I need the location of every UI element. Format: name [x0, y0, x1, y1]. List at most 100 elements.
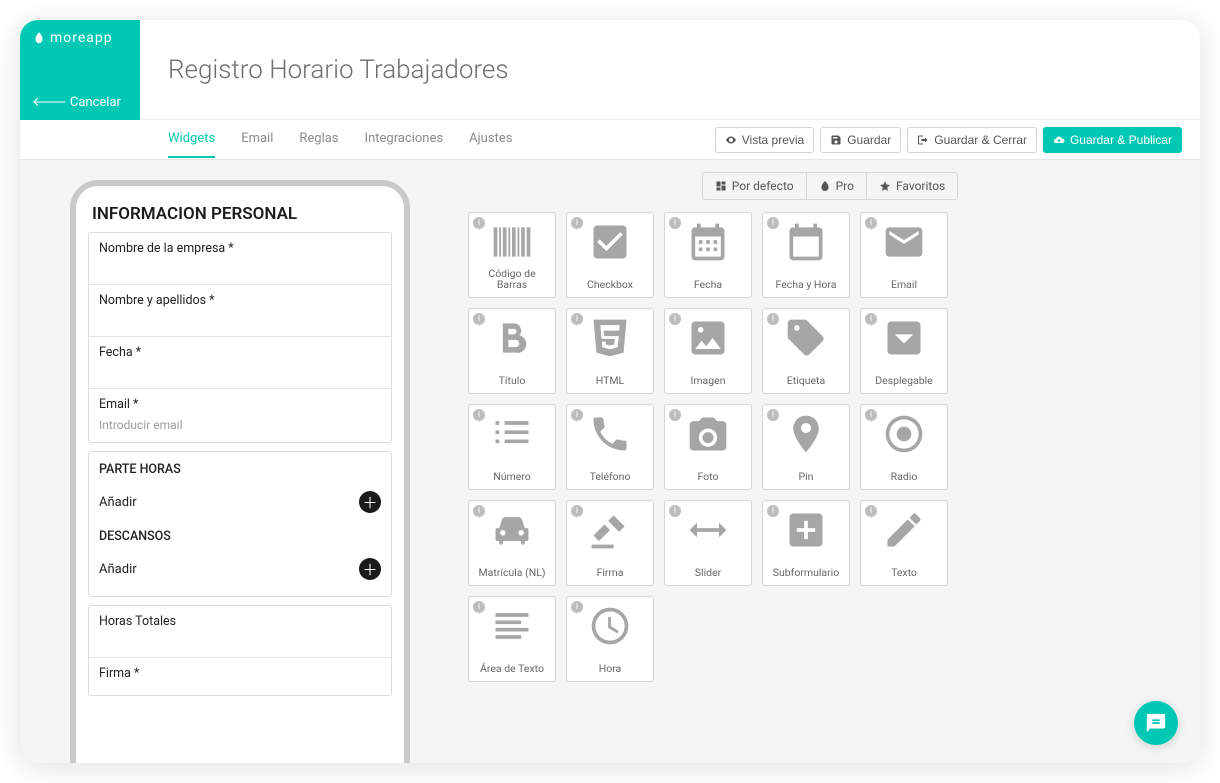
- add-button[interactable]: ＋: [359, 491, 381, 513]
- phone-icon: [587, 411, 633, 457]
- widget-radio[interactable]: i Radio: [860, 404, 948, 490]
- widget-label: Desplegable: [875, 375, 933, 387]
- info-icon[interactable]: i: [865, 313, 877, 325]
- image-icon: [685, 315, 731, 361]
- field-name[interactable]: Nombre y apellidos *: [89, 285, 391, 337]
- widget-text[interactable]: i Texto: [860, 500, 948, 586]
- widget-tab-pro[interactable]: Pro: [807, 173, 867, 199]
- widget-tab-default[interactable]: Por defecto: [703, 173, 807, 199]
- fields-card: Nombre de la empresa * Nombre y apellido…: [88, 232, 392, 443]
- save-icon: [830, 134, 842, 146]
- tab-label: Favoritos: [896, 179, 945, 193]
- field-date[interactable]: Fecha *: [89, 337, 391, 389]
- add-label: Añadir: [99, 562, 137, 577]
- section-title: PARTE HORAS: [99, 462, 381, 477]
- cancel-label: Cancelar: [70, 95, 121, 110]
- widget-label: Checkbox: [587, 279, 633, 291]
- info-icon[interactable]: i: [473, 313, 485, 325]
- widget-image[interactable]: i Imagen: [664, 308, 752, 394]
- brand-block: moreapp 🡐 Cancelar: [20, 20, 140, 120]
- plus-square-icon: [783, 507, 829, 553]
- info-icon[interactable]: i: [767, 409, 779, 421]
- field-label: Horas Totales: [99, 614, 381, 629]
- info-icon[interactable]: i: [571, 601, 583, 613]
- widget-label: Email: [891, 279, 917, 291]
- widget-label[interactable]: i Etiqueta: [762, 308, 850, 394]
- info-icon[interactable]: i: [571, 313, 583, 325]
- widget-signature[interactable]: i Firma: [566, 500, 654, 586]
- widget-subform[interactable]: i Subformulario: [762, 500, 850, 586]
- add-label: Añadir: [99, 495, 137, 510]
- field-horas-totales[interactable]: Horas Totales: [89, 606, 391, 658]
- widget-title[interactable]: i Título: [468, 308, 556, 394]
- widget-datetime[interactable]: i Fecha y Hora: [762, 212, 850, 298]
- tab-widgets[interactable]: Widgets: [168, 121, 215, 158]
- widget-category-tabs: Por defecto Pro Favoritos: [468, 172, 1192, 200]
- info-icon[interactable]: i: [767, 217, 779, 229]
- widget-html[interactable]: i HTML: [566, 308, 654, 394]
- align-left-icon: [489, 603, 535, 649]
- widget-checkbox[interactable]: i Checkbox: [566, 212, 654, 298]
- widget-dropdown[interactable]: i Desplegable: [860, 308, 948, 394]
- info-icon[interactable]: i: [473, 217, 485, 229]
- info-icon[interactable]: i: [571, 409, 583, 421]
- info-icon[interactable]: i: [669, 505, 681, 517]
- cancel-link[interactable]: 🡐 Cancelar: [32, 94, 128, 110]
- widget-photo[interactable]: i Foto: [664, 404, 752, 490]
- widget-label: HTML: [596, 375, 624, 387]
- tab-integrations[interactable]: Integraciones: [365, 121, 444, 158]
- app-window: moreapp 🡐 Cancelar Registro Horario Trab…: [20, 20, 1200, 763]
- info-icon[interactable]: i: [865, 505, 877, 517]
- field-company[interactable]: Nombre de la empresa *: [89, 233, 391, 285]
- chat-icon: [1145, 712, 1167, 734]
- widget-barcode[interactable]: i Código de Barras: [468, 212, 556, 298]
- info-icon[interactable]: i: [865, 217, 877, 229]
- widget-license-plate[interactable]: i Matrícula (NL): [468, 500, 556, 586]
- widget-textarea[interactable]: i Área de Texto: [468, 596, 556, 682]
- add-row: Añadir ＋: [99, 491, 381, 519]
- field-email[interactable]: Email * Introducir email: [89, 389, 391, 442]
- tab-settings[interactable]: Ajustes: [469, 121, 512, 158]
- save-publish-button[interactable]: Guardar & Publicar: [1043, 127, 1182, 153]
- widget-email[interactable]: i Email: [860, 212, 948, 298]
- info-icon[interactable]: i: [767, 313, 779, 325]
- tab-rules[interactable]: Reglas: [299, 121, 338, 158]
- save-label: Guardar: [847, 133, 891, 147]
- widget-label: Número: [493, 471, 531, 483]
- content-area: INFORMACION PERSONAL Nombre de la empres…: [20, 160, 1200, 763]
- chat-fab[interactable]: [1134, 701, 1178, 745]
- field-firma[interactable]: Firma *: [89, 658, 391, 695]
- calendar-icon: [685, 219, 731, 265]
- widget-phone[interactable]: i Teléfono: [566, 404, 654, 490]
- widget-date[interactable]: i Fecha: [664, 212, 752, 298]
- widget-pin[interactable]: i Pin: [762, 404, 850, 490]
- info-icon[interactable]: i: [571, 505, 583, 517]
- info-icon[interactable]: i: [669, 217, 681, 229]
- tab-email[interactable]: Email: [241, 121, 273, 158]
- info-icon[interactable]: i: [865, 409, 877, 421]
- info-icon[interactable]: i: [669, 313, 681, 325]
- slider-icon: [685, 507, 731, 553]
- widget-label: Fecha: [694, 279, 722, 291]
- info-icon[interactable]: i: [669, 409, 681, 421]
- info-icon[interactable]: i: [571, 217, 583, 229]
- leaf-icon: [819, 180, 831, 192]
- info-icon[interactable]: i: [473, 601, 485, 613]
- info-icon[interactable]: i: [473, 505, 485, 517]
- add-row: Añadir ＋: [99, 558, 381, 586]
- phone-preview: INFORMACION PERSONAL Nombre de la empres…: [70, 180, 410, 763]
- add-button[interactable]: ＋: [359, 558, 381, 580]
- title-block: Registro Horario Trabajadores: [140, 20, 1200, 120]
- widget-tab-favorites[interactable]: Favoritos: [867, 173, 957, 199]
- widget-slider[interactable]: i Slider: [664, 500, 752, 586]
- info-icon[interactable]: i: [473, 409, 485, 421]
- widget-label: Radio: [891, 471, 918, 483]
- calendar-blank-icon: [783, 219, 829, 265]
- widget-time[interactable]: i Hora: [566, 596, 654, 682]
- preview-button[interactable]: Vista previa: [715, 127, 814, 153]
- preview-section-title: INFORMACION PERSONAL: [88, 204, 392, 224]
- widget-number[interactable]: i Número: [468, 404, 556, 490]
- save-close-button[interactable]: Guardar & Cerrar: [907, 127, 1037, 153]
- info-icon[interactable]: i: [767, 505, 779, 517]
- save-button[interactable]: Guardar: [820, 127, 901, 153]
